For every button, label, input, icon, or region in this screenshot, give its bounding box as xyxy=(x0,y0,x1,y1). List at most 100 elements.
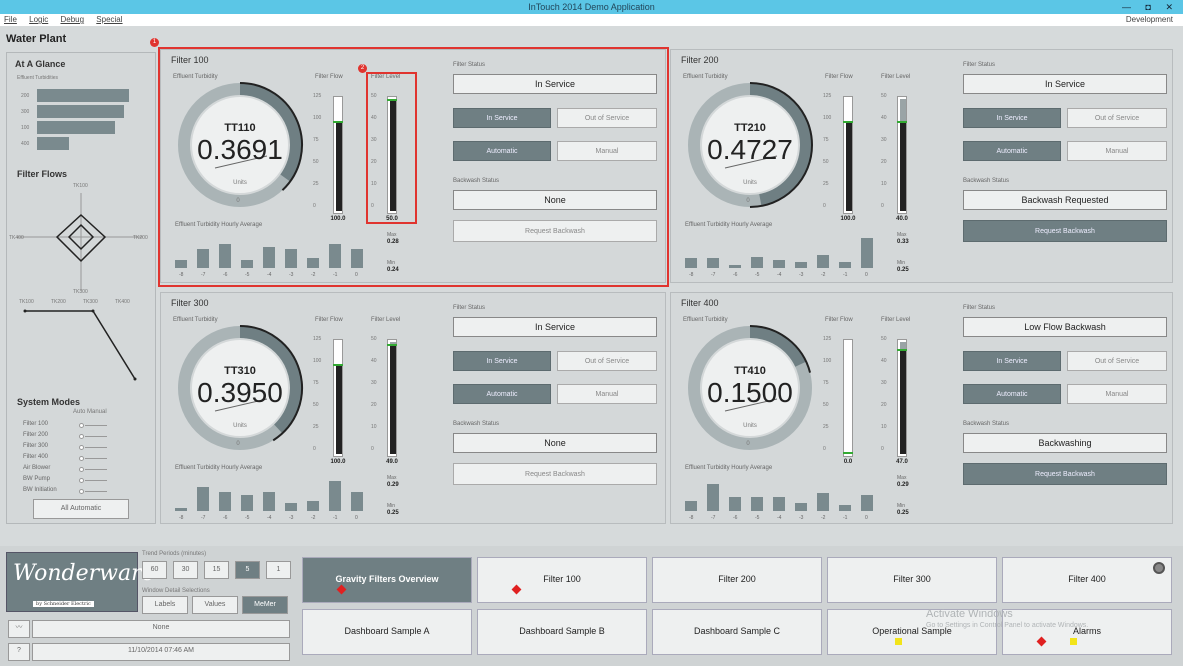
nav-scroll-icon[interactable] xyxy=(1153,562,1165,574)
nav-button[interactable]: Filter 400 xyxy=(1002,557,1172,603)
flow-fill xyxy=(336,364,342,454)
mode-toggle[interactable] xyxy=(67,456,107,461)
window-controls[interactable]: — ◘ ✕ xyxy=(1122,0,1179,14)
mode-toggle[interactable] xyxy=(67,478,107,483)
hourly-bar xyxy=(707,484,719,511)
hourly-average-label: Effluent Turbidity Hourly Average xyxy=(685,222,773,228)
hour-label: -4 xyxy=(777,272,782,278)
request-backwash-button[interactable]: Request Backwash xyxy=(963,220,1167,242)
mode-toggle[interactable] xyxy=(67,489,107,494)
nav-button[interactable]: Filter 100 xyxy=(477,557,647,603)
menu-logic[interactable]: Logic xyxy=(29,15,48,24)
toggle-knob xyxy=(79,489,84,494)
manual-button[interactable]: Manual xyxy=(557,384,657,404)
detail-button[interactable]: MeMer xyxy=(242,596,288,614)
page-title: Water Plant xyxy=(6,33,67,45)
hourly-average-label: Effluent Turbidity Hourly Average xyxy=(175,465,263,471)
flow-tick: 100 xyxy=(823,115,832,121)
in-service-button[interactable]: In Service xyxy=(963,108,1061,128)
in-service-button[interactable]: In Service xyxy=(963,351,1061,371)
datetime-display: 11/10/2014 07:46 AM xyxy=(32,643,290,661)
max-label: Max xyxy=(387,475,397,481)
flow-value: 100.0 xyxy=(840,216,856,222)
nav-button[interactable]: Alarms xyxy=(1002,609,1172,655)
max-value: 0.29 xyxy=(387,482,399,488)
trend-period-button[interactable]: 1 xyxy=(266,561,291,579)
trend-period-button[interactable]: 60 xyxy=(142,561,167,579)
mode-toggle[interactable] xyxy=(67,467,107,472)
system-modes-title: System Modes xyxy=(17,397,81,407)
glance-row-label: 200 xyxy=(21,93,30,99)
request-backwash-button[interactable]: Request Backwash xyxy=(963,463,1167,485)
automatic-button[interactable]: Automatic xyxy=(963,141,1061,161)
automatic-button[interactable]: Automatic xyxy=(453,384,551,404)
menu-special[interactable]: Special xyxy=(96,15,122,24)
nav-label: Gravity Filters Overview xyxy=(335,574,439,584)
mode-toggle[interactable] xyxy=(67,434,107,439)
detail-button[interactable]: Labels xyxy=(142,596,188,614)
filter-flow-bar xyxy=(843,339,853,457)
in-service-button[interactable]: In Service xyxy=(453,351,551,371)
flow-tick: 0 xyxy=(823,446,826,452)
filter-flow-bar xyxy=(333,339,343,457)
menu-debug[interactable]: Debug xyxy=(60,15,84,24)
min-value: 0.25 xyxy=(387,510,399,516)
flow-setpoint xyxy=(843,452,853,454)
filter-flow-label: Filter Flow xyxy=(825,74,853,80)
hour-label: -2 xyxy=(821,272,826,278)
out-of-service-button[interactable]: Out of Service xyxy=(1067,108,1167,128)
hourly-bar xyxy=(285,503,297,511)
backwash-status-value: Backwashing xyxy=(963,433,1167,453)
nav-button[interactable]: Filter 300 xyxy=(827,557,997,603)
help-icon[interactable]: ? xyxy=(8,643,30,661)
backwash-status-label: Backwash Status xyxy=(963,178,1010,184)
out-of-service-button[interactable]: Out of Service xyxy=(1067,351,1167,371)
filter-status-label: Filter Status xyxy=(963,62,996,68)
toggle-knob xyxy=(79,456,84,461)
flow-tick: 125 xyxy=(823,93,832,99)
mode-label: BW Pump xyxy=(23,476,51,482)
out-of-service-button[interactable]: Out of Service xyxy=(557,351,657,371)
hour-label: 0 xyxy=(865,272,868,278)
menu-file[interactable]: File xyxy=(4,15,17,24)
alarm-icon[interactable]: 〰 xyxy=(8,620,30,638)
filter-flow-label: Filter Flow xyxy=(315,317,343,323)
nav-button[interactable]: Gravity Filters Overview xyxy=(302,557,472,603)
window-title: InTouch 2014 Demo Application xyxy=(528,2,655,12)
nav-button[interactable]: Dashboard Sample B xyxy=(477,609,647,655)
nav-label: Dashboard Sample A xyxy=(344,626,430,636)
all-automatic-button[interactable]: All Automatic xyxy=(33,499,129,519)
nav-button[interactable]: Dashboard Sample A xyxy=(302,609,472,655)
mode-toggle[interactable] xyxy=(67,445,107,450)
nav-button[interactable]: Filter 200 xyxy=(652,557,822,603)
menu-bar: File Logic Debug Special Development xyxy=(0,14,1183,26)
toggle-track xyxy=(85,458,107,459)
mode-toggle[interactable] xyxy=(67,423,107,428)
trend-period-button[interactable]: 15 xyxy=(204,561,229,579)
hourly-bar xyxy=(773,497,785,511)
wonderware-logo: Wonderware by Schneider Electric xyxy=(6,552,155,612)
backwash-status-label: Backwash Status xyxy=(963,421,1010,427)
level-tick: 0 xyxy=(371,446,374,452)
manual-button[interactable]: Manual xyxy=(1067,384,1167,404)
hour-label: -5 xyxy=(245,515,250,521)
logo-brand: Wonderware xyxy=(13,561,155,586)
nav-button[interactable]: Dashboard Sample C xyxy=(652,609,822,655)
hourly-bar xyxy=(307,501,319,511)
trend-period-button[interactable]: 5 xyxy=(235,561,260,579)
filter-flow-label: Filter Flow xyxy=(825,317,853,323)
hour-label: -1 xyxy=(843,515,848,521)
mode-label: Filter 200 xyxy=(23,432,49,438)
hour-label: -3 xyxy=(799,515,804,521)
alarm-indicator-yellow xyxy=(1070,638,1077,645)
hour-label: -5 xyxy=(755,515,760,521)
manual-button[interactable]: Manual xyxy=(1067,141,1167,161)
trend-label: TK100 xyxy=(19,299,34,305)
toggle-track xyxy=(85,425,107,426)
detail-button[interactable]: Values xyxy=(192,596,238,614)
flow-tick: 25 xyxy=(823,181,829,187)
automatic-button[interactable]: Automatic xyxy=(963,384,1061,404)
trend-period-button[interactable]: 30 xyxy=(173,561,198,579)
hourly-bar xyxy=(839,262,851,268)
request-backwash-button[interactable]: Request Backwash xyxy=(453,463,657,485)
